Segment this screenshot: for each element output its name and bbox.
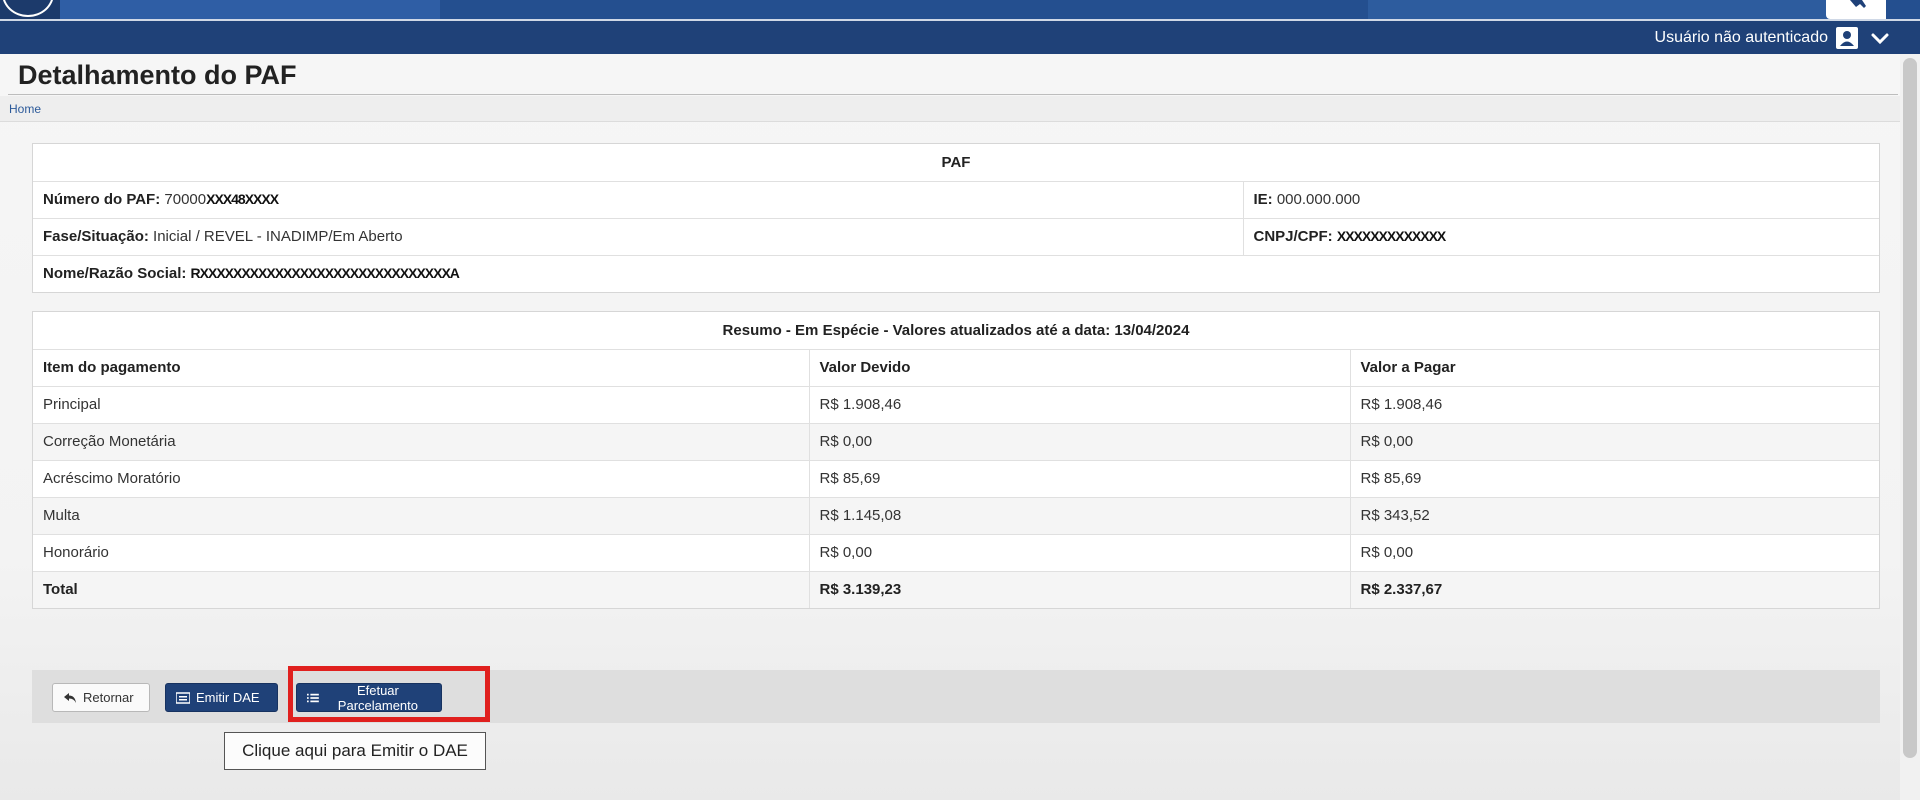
resumo-heading: Resumo - Em Espécie - Valores atualizado… — [722, 321, 1190, 339]
cell-valor-pagar: R$ 0,00 — [1349, 533, 1879, 571]
total-valor-devido: R$ 3.139,23 — [808, 570, 1350, 608]
breadcrumb-home-link[interactable]: Home — [9, 102, 41, 116]
retornar-label: Retornar — [83, 690, 134, 705]
paf-fase-label: Fase/Situação: — [43, 228, 149, 245]
column-header-valor-pagar: Valor a Pagar — [1349, 348, 1879, 386]
chevron-down-glyph — [1871, 33, 1889, 45]
column-header-item: Item do pagamento — [33, 348, 809, 386]
paf-ie-value: 000.000.000 — [1276, 191, 1361, 208]
table-row: Multa R$ 1.145,08 R$ 343,52 — [33, 496, 1879, 534]
paf-row: Nome/Razão Social: RXXXXXXXXXXXXXXXXXXXX… — [33, 254, 1879, 292]
user-icon-glyph — [1840, 31, 1854, 46]
paf-panel: PAF Número do PAF: 70000XXX48XXXX IE: 00… — [32, 143, 1880, 293]
user-status-label: Usuário não autenticado — [1654, 29, 1828, 46]
paf-nome-cell: Nome/Razão Social: RXXXXXXXXXXXXXXXXXXXX… — [33, 254, 1879, 292]
highlight-annotation — [288, 666, 490, 722]
paf-numero-cell: Número do PAF: 70000XXX48XXXX — [33, 180, 1243, 218]
cell-valor-pagar: R$ 0,00 — [1349, 422, 1879, 460]
reply-arrow-icon — [64, 692, 76, 703]
total-valor-pagar: R$ 2.337,67 — [1349, 570, 1879, 608]
paf-ie-label: IE: — [1253, 191, 1273, 208]
paf-heading: PAF — [941, 153, 971, 171]
resumo-table: Resumo - Em Espécie - Valores atualizado… — [33, 312, 1879, 608]
cell-valor-devido: R$ 1.145,08 — [808, 496, 1350, 534]
cell-valor-devido: R$ 0,00 — [808, 422, 1350, 460]
tooltip-hint: Clique aqui para Emitir o DAE — [224, 732, 486, 770]
paf-nome-masked: RXXXXXXXXXXXXXXXXXXXXXXXXXXXXXXA — [190, 265, 460, 282]
cell-item: Principal — [33, 385, 809, 423]
cell-item: Honorário — [33, 533, 809, 571]
paf-numero-label: Número do PAF: — [43, 191, 161, 208]
table-row: Principal R$ 1.908,46 R$ 1.908,46 — [33, 385, 1879, 423]
resumo-panel: Resumo - Em Espécie - Valores atualizado… — [32, 311, 1880, 609]
emitir-dae-button[interactable]: Emitir DAE — [165, 683, 278, 712]
user-icon[interactable] — [1836, 27, 1858, 49]
page-scrollbar-thumb[interactable] — [1903, 58, 1917, 758]
paf-heading-row: PAF — [33, 144, 1879, 181]
paf-ie-cell: IE: 000.000.000 — [1242, 180, 1879, 218]
cell-item: Acréscimo Moratório — [33, 459, 809, 497]
cell-valor-devido: R$ 1.908,46 — [808, 385, 1350, 423]
total-row: Total R$ 3.139,23 R$ 2.337,67 — [33, 570, 1879, 608]
paf-numero-value: 70000 — [164, 191, 207, 208]
column-header-valor-devido: Valor Devido — [808, 348, 1350, 386]
title-divider — [8, 94, 1898, 95]
paf-nome-label: Nome/Razão Social: — [43, 265, 187, 283]
page-title: Detalhamento do PAF — [18, 60, 297, 90]
list-card-icon — [176, 691, 190, 704]
top-nav-segment — [1368, 0, 1845, 19]
chevron-down-icon[interactable] — [1868, 27, 1892, 49]
cell-valor-pagar: R$ 85,69 — [1349, 459, 1879, 497]
resumo-header-row: Item do pagamento Valor Devido Valor a P… — [33, 348, 1879, 386]
paf-cnpj-masked: XXXXXXXXXXXXX — [1336, 228, 1446, 244]
top-nav-segment — [60, 0, 440, 19]
wrench-icon — [1850, 0, 1866, 8]
table-row: Acréscimo Moratório R$ 85,69 R$ 85,69 — [33, 459, 1879, 497]
paf-fase-value: Inicial / REVEL - INADIMP/Em Aberto — [153, 228, 403, 245]
resumo-heading-row: Resumo - Em Espécie - Valores atualizado… — [33, 312, 1879, 349]
paf-cnpj-cell: CNPJ/CPF: XXXXXXXXXXXXX — [1242, 217, 1879, 255]
paf-table: PAF Número do PAF: 70000XXX48XXXX IE: 00… — [33, 144, 1879, 292]
top-nav-bar — [0, 0, 1920, 19]
total-label: Total — [33, 570, 809, 608]
cell-valor-devido: R$ 0,00 — [808, 533, 1350, 571]
cell-valor-pagar: R$ 1.908,46 — [1349, 385, 1879, 423]
breadcrumb: Home — [0, 96, 1900, 122]
paf-row: Fase/Situação: Inicial / REVEL - INADIMP… — [33, 217, 1879, 255]
paf-fase-cell: Fase/Situação: Inicial / REVEL - INADIMP… — [33, 217, 1243, 255]
paf-row: Número do PAF: 70000XXX48XXXX IE: 000.00… — [33, 180, 1879, 218]
table-row: Honorário R$ 0,00 R$ 0,00 — [33, 533, 1879, 571]
table-row: Correção Monetária R$ 0,00 R$ 0,00 — [33, 422, 1879, 460]
cell-item: Correção Monetária — [33, 422, 809, 460]
paf-numero-masked: XXX48XXXX — [206, 191, 279, 207]
cell-valor-devido: R$ 85,69 — [808, 459, 1350, 497]
cell-valor-pagar: R$ 343,52 — [1349, 496, 1879, 534]
paf-cnpj-label: CNPJ/CPF: — [1253, 228, 1333, 245]
emitir-dae-label: Emitir DAE — [196, 690, 260, 705]
retornar-button[interactable]: Retornar — [52, 683, 150, 712]
user-bar: Usuário não autenticado — [0, 19, 1920, 54]
cell-item: Multa — [33, 496, 809, 534]
wrench-button[interactable] — [1826, 0, 1886, 19]
